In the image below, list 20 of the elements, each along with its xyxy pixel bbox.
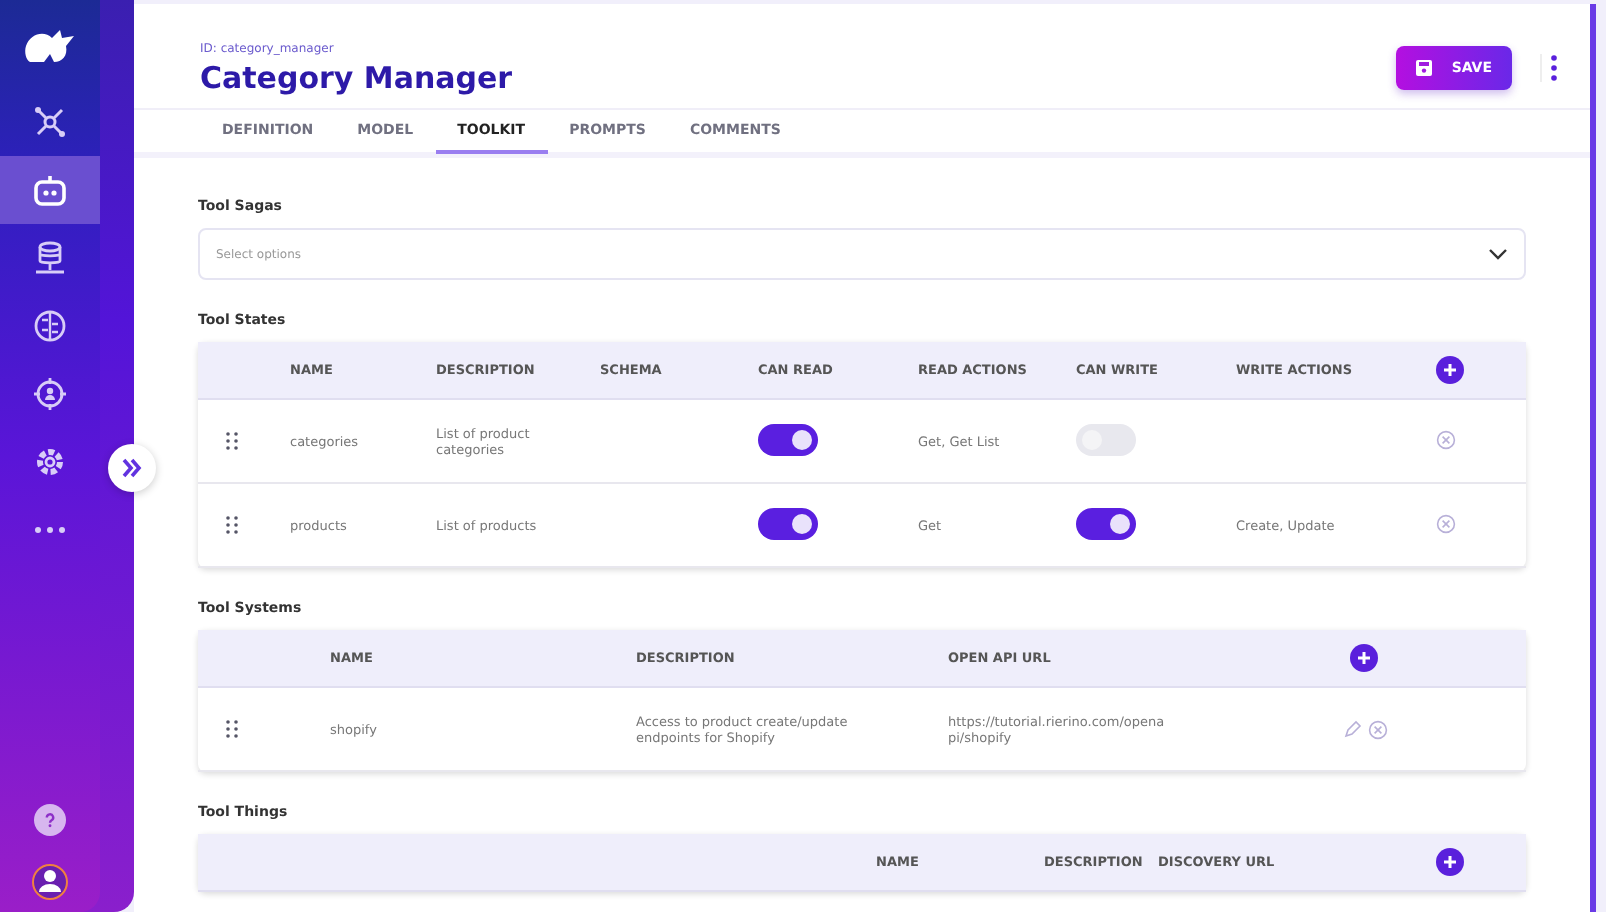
drag-handle-icon[interactable]	[226, 720, 238, 738]
drag-handle-icon[interactable]	[226, 432, 238, 450]
chevrons-right-icon	[122, 458, 142, 478]
toggle-switch[interactable]	[758, 423, 818, 455]
add-button[interactable]	[1436, 848, 1464, 876]
logo-icon	[24, 28, 76, 64]
add-button[interactable]	[1350, 644, 1378, 672]
help-icon[interactable]	[34, 804, 66, 836]
avatar-icon[interactable]	[32, 864, 68, 900]
toggle-switch[interactable]	[1076, 507, 1136, 539]
plus-icon	[1356, 650, 1372, 666]
drag-handle-icon[interactable]	[226, 516, 238, 534]
robot-icon[interactable]	[0, 156, 100, 224]
expand-button[interactable]	[108, 444, 156, 492]
add-button[interactable]	[1436, 356, 1464, 384]
page-title: Category Manager	[200, 59, 513, 96]
plus-icon	[1442, 854, 1458, 870]
toggle-switch[interactable]	[758, 507, 818, 539]
chevron-down-icon	[1488, 248, 1508, 260]
plus-icon	[1442, 362, 1458, 378]
